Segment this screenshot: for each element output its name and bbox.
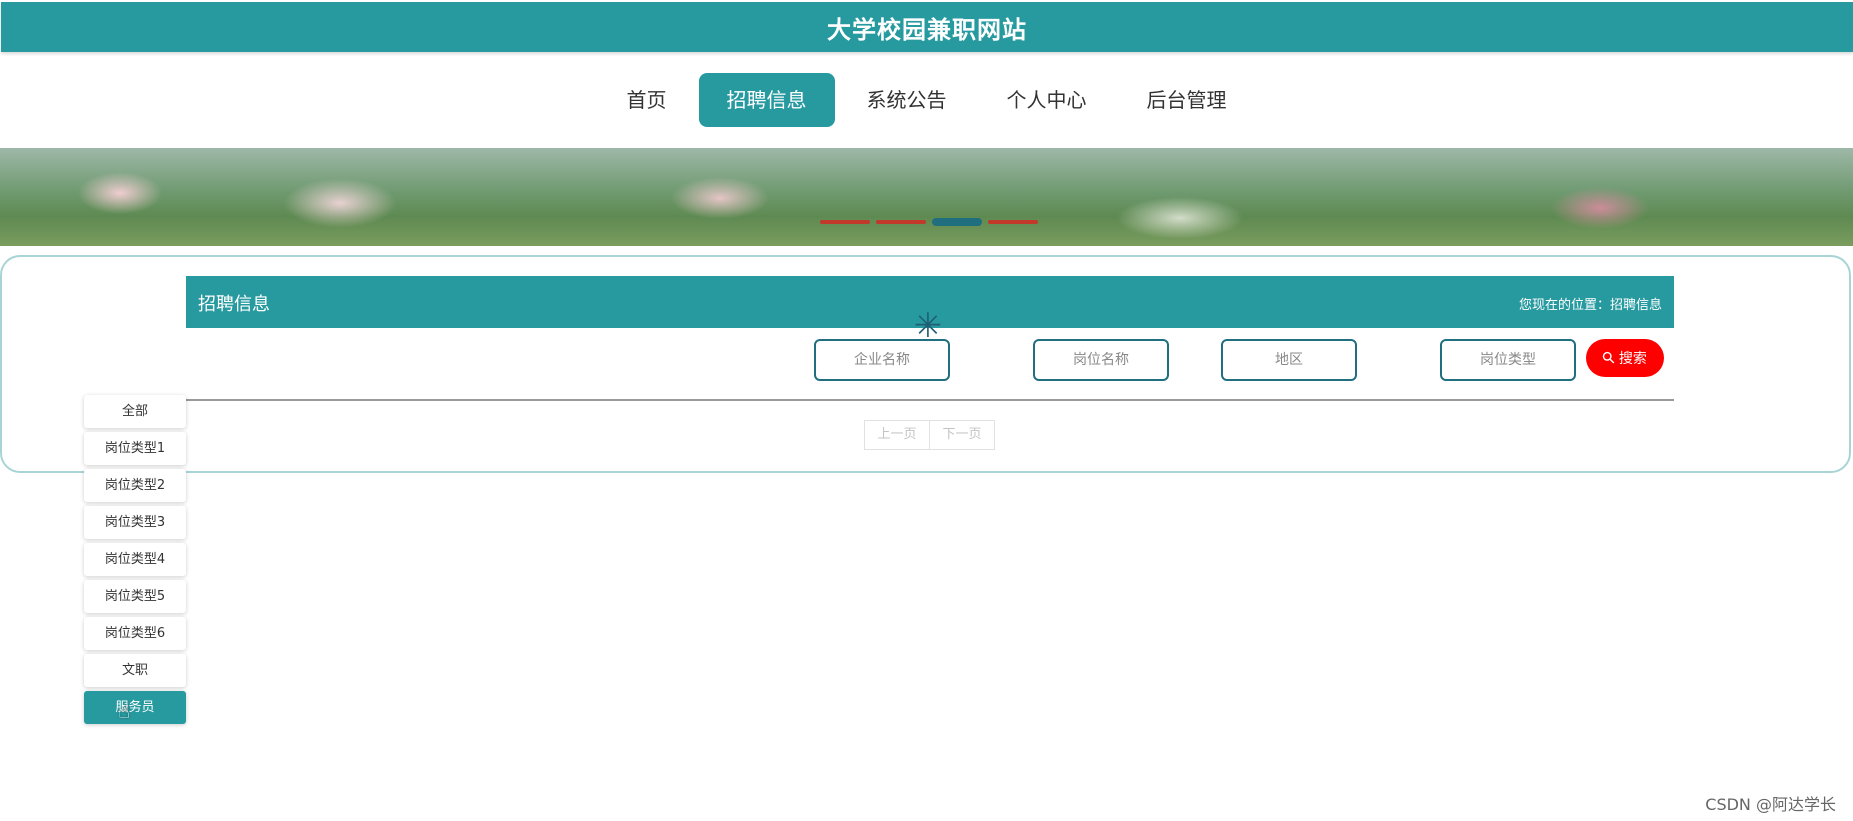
carousel-indicators [820, 218, 1038, 226]
carousel-dot-active[interactable] [932, 218, 982, 226]
company-name-input[interactable] [814, 339, 950, 381]
category-item[interactable]: 岗位类型3 [84, 506, 186, 539]
category-item-clerical[interactable]: 文职 [84, 654, 186, 687]
hand-cursor-icon: ☝ [118, 699, 131, 723]
search-button-label: 搜索 [1618, 350, 1647, 366]
category-item[interactable]: 岗位类型5 [84, 580, 186, 613]
position-name-input[interactable] [1033, 339, 1169, 381]
region-input[interactable] [1221, 339, 1357, 381]
category-item[interactable]: 岗位类型4 [84, 543, 186, 576]
category-item[interactable]: 岗位类型2 [84, 469, 186, 502]
banner-carousel [0, 148, 1853, 246]
nav-item-recruitment[interactable]: 招聘信息 [698, 73, 835, 127]
site-title: 大学校园兼职网站 [827, 15, 1027, 44]
carousel-dot[interactable] [876, 220, 926, 224]
category-list: 全部 岗位类型1 岗位类型2 岗位类型3 岗位类型4 岗位类型5 岗位类型6 文… [84, 395, 186, 728]
magnifier-icon: ⚲ [1599, 348, 1620, 369]
pagination: 上一页 下一页 [864, 420, 995, 450]
position-type-input[interactable] [1440, 339, 1576, 381]
next-page-button[interactable]: 下一页 [930, 420, 995, 450]
category-item[interactable]: 岗位类型6 [84, 617, 186, 650]
prev-page-button[interactable]: 上一页 [864, 420, 930, 450]
nav-item-announcements[interactable]: 系统公告 [839, 73, 975, 127]
nav-item-admin[interactable]: 后台管理 [1119, 73, 1255, 127]
breadcrumb-location: 您现在的位置：招聘信息 [1518, 298, 1662, 313]
nav-item-home[interactable]: 首页 [599, 73, 695, 127]
divider [186, 399, 1674, 401]
carousel-dot[interactable] [820, 220, 870, 224]
category-item-waiter[interactable]: 服务员 [84, 691, 186, 724]
main-nav: 首页 招聘信息 系统公告 个人中心 后台管理 [0, 72, 1853, 128]
carousel-dot[interactable] [988, 220, 1038, 224]
section-title: 招聘信息 [198, 294, 270, 315]
site-header: 大学校园兼职网站 [1, 2, 1853, 52]
search-button[interactable]: ⚲ 搜索 [1586, 339, 1664, 377]
nav-item-personal-center[interactable]: 个人中心 [979, 73, 1115, 127]
category-item[interactable]: 岗位类型1 [84, 432, 186, 465]
category-item-all[interactable]: 全部 [84, 395, 186, 428]
watermark: CSDN @阿达学长 [1705, 795, 1836, 814]
